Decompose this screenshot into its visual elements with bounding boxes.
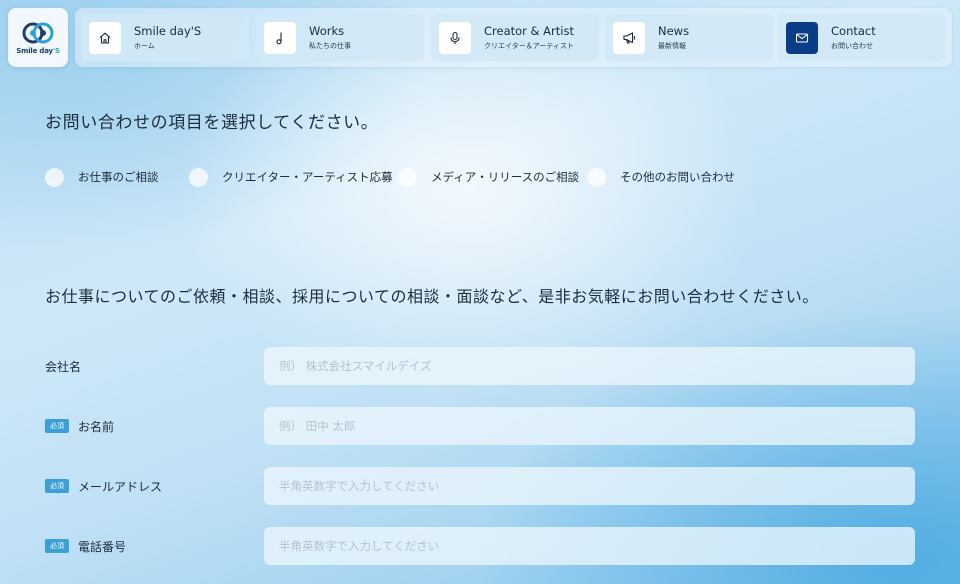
radio-button[interactable]: [189, 167, 208, 187]
field-label: 電話番号: [78, 539, 127, 554]
nav-item-contact[interactable]: Contact お問い合わせ: [778, 14, 945, 61]
nav-subtitle: クリエイター＆アーティスト: [484, 42, 574, 50]
radio-label: その他のお問い合わせ: [620, 170, 735, 184]
radio-media-release[interactable]: メディア・リリースのご相談: [398, 167, 579, 187]
megaphone-icon: [613, 21, 645, 54]
home-icon: [89, 21, 121, 54]
nav-subtitle: ホーム: [134, 42, 155, 50]
nav-item-creator-artist[interactable]: Creator & Artist クリエイター＆アーティスト: [431, 14, 599, 61]
radio-label: お仕事のご相談: [78, 170, 159, 184]
microphone-icon: [439, 21, 471, 54]
mail-icon: [786, 21, 818, 54]
email-input[interactable]: [264, 467, 915, 505]
logo-text: Smile day'S: [16, 47, 60, 55]
required-badge: 必須: [45, 479, 69, 493]
music-note-icon: [264, 21, 296, 54]
nav-item-works[interactable]: Works 私たちの仕事: [256, 14, 424, 61]
radio-label: メディア・リリースのご相談: [431, 170, 580, 184]
nav-title: News: [658, 24, 690, 38]
form-row-company: 会社名: [45, 347, 915, 385]
form-row-name: 必須 お名前: [45, 407, 915, 445]
radio-button[interactable]: [45, 167, 64, 187]
nav-title: Contact: [831, 24, 876, 38]
nav-title: Smile day'S: [134, 24, 202, 38]
radio-button[interactable]: [587, 167, 606, 187]
global-nav: Smile day'S ホーム Works 私たちの仕事 Creator & A…: [75, 8, 952, 67]
company-name-input[interactable]: [264, 347, 915, 385]
form-lead-text: お仕事についてのご依頼・相談、採用についての相談・面談など、是非お気軽にお問い合…: [45, 287, 819, 306]
radio-work-consultation[interactable]: お仕事のご相談: [45, 167, 159, 187]
radio-other-inquiry[interactable]: その他のお問い合わせ: [587, 167, 735, 187]
nav-title: Creator & Artist: [484, 24, 574, 38]
inquiry-question: お問い合わせの項目を選択してください。: [45, 113, 379, 133]
nav-subtitle: 私たちの仕事: [309, 42, 351, 50]
logo-mark-icon: [22, 22, 54, 44]
nav-item-home[interactable]: Smile day'S ホーム: [81, 14, 249, 61]
radio-creator-artist-application[interactable]: クリエイター・アーティスト応募: [189, 167, 393, 187]
required-badge: 必須: [45, 419, 69, 433]
field-label: メールアドレス: [78, 479, 163, 494]
nav-subtitle: 最新情報: [658, 42, 686, 50]
radio-button[interactable]: [398, 167, 417, 187]
field-label: 会社名: [45, 359, 82, 374]
nav-subtitle: お問い合わせ: [831, 42, 873, 50]
form-row-phone: 必須 電話番号: [45, 527, 915, 565]
form-row-email: 必須 メールアドレス: [45, 467, 915, 505]
required-badge: 必須: [45, 539, 69, 553]
radio-label: クリエイター・アーティスト応募: [222, 170, 393, 184]
name-input[interactable]: [264, 407, 915, 445]
phone-input[interactable]: [264, 527, 915, 565]
nav-item-news[interactable]: News 最新情報: [605, 14, 773, 61]
field-label: お名前: [78, 419, 115, 434]
nav-title: Works: [309, 24, 345, 38]
logo[interactable]: Smile day'S: [8, 8, 68, 67]
